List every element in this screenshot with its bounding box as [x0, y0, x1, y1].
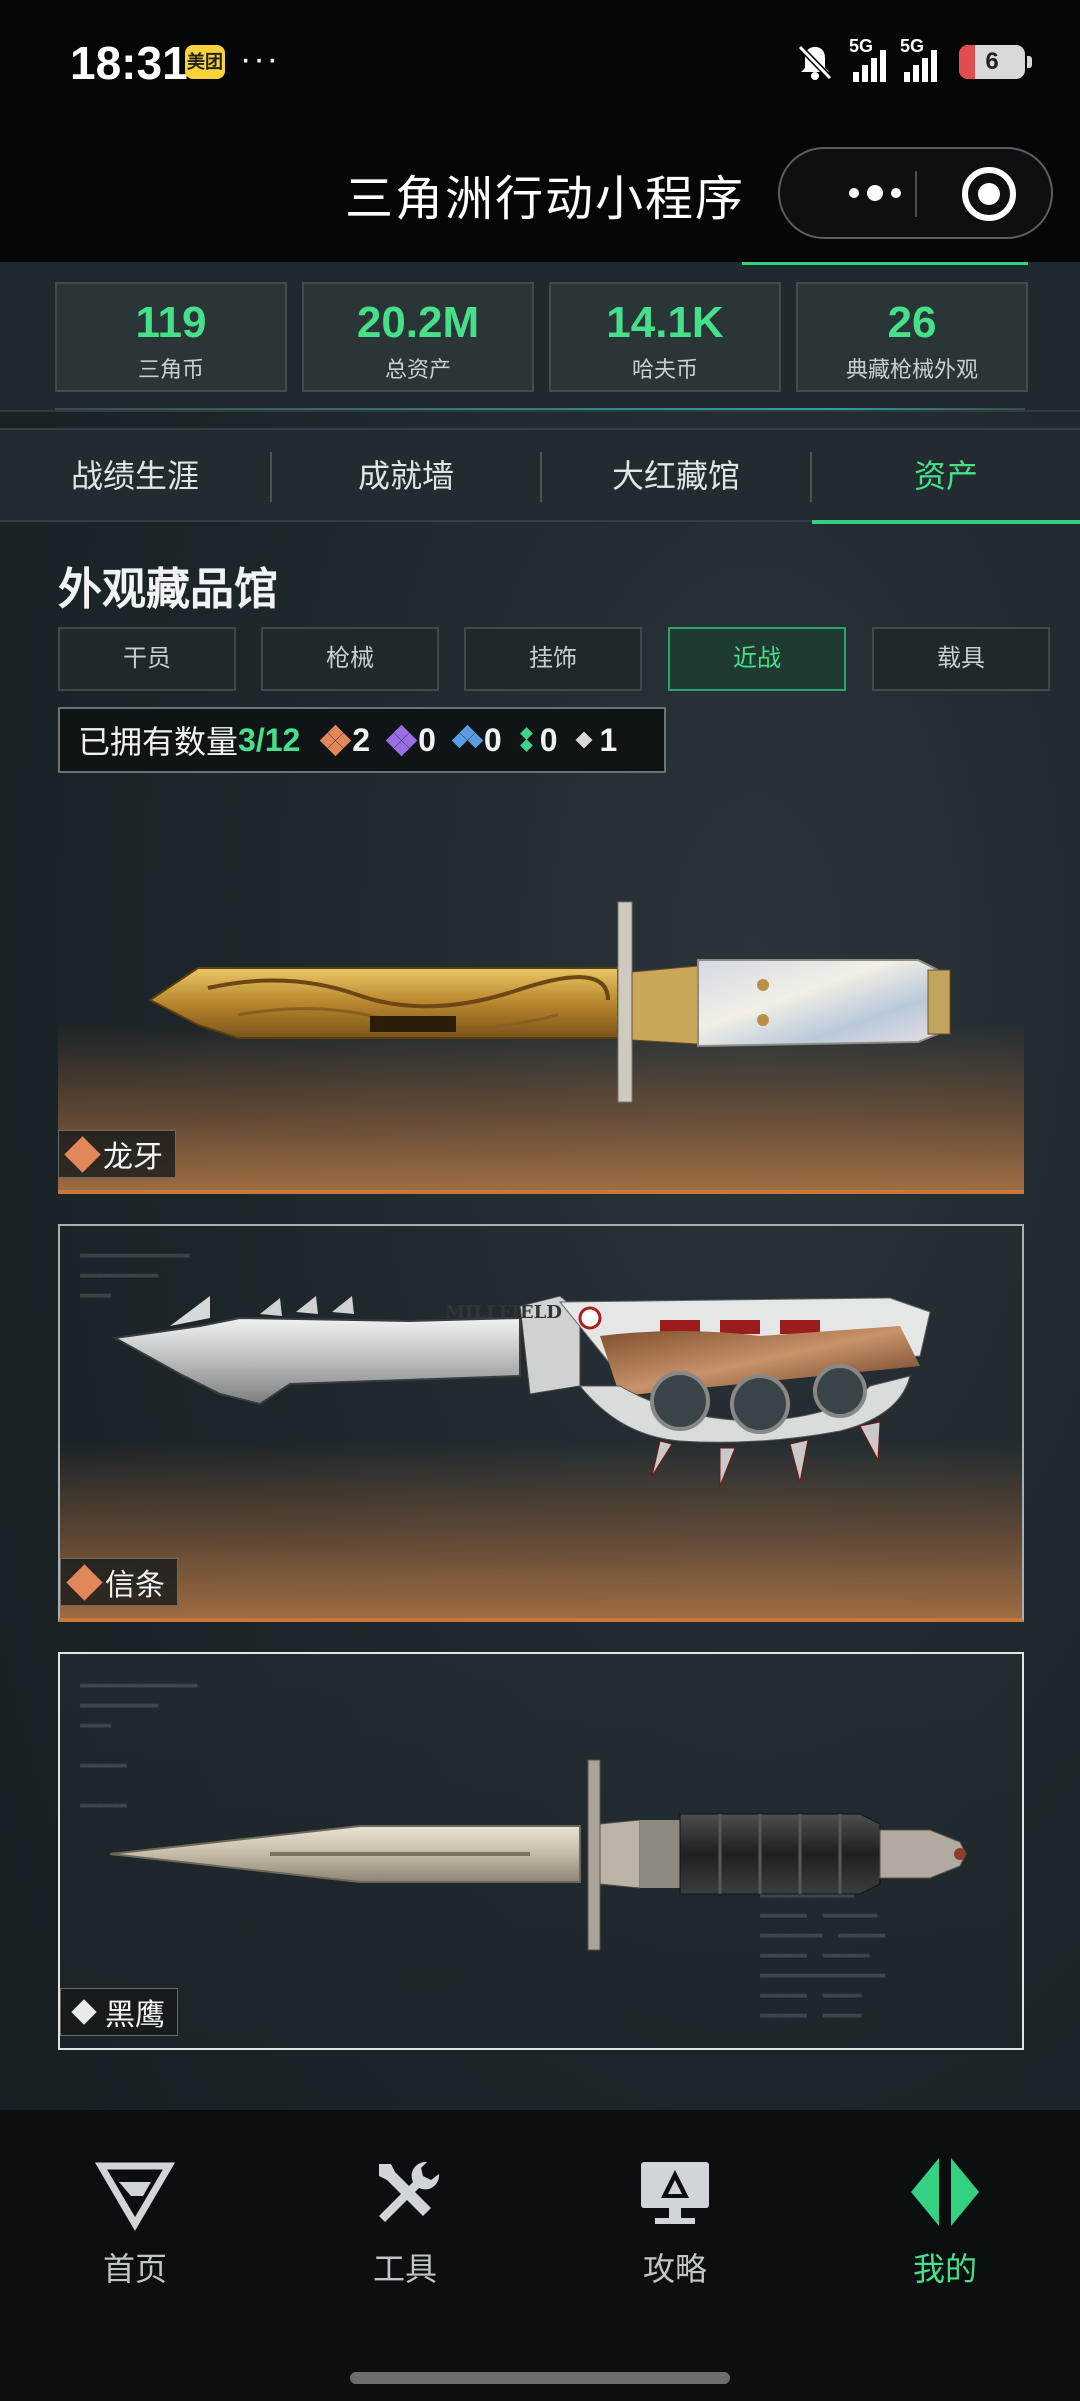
grade-count: 2	[352, 721, 371, 758]
white-grade-icon	[71, 1999, 97, 2025]
mute-bell-icon	[797, 44, 833, 81]
nav-label: 首页	[102, 2251, 167, 2287]
bottom-nav: 首页 工具 攻略 我的	[0, 2110, 1080, 2355]
grade-count: 0	[418, 721, 436, 758]
nav-guide[interactable]: 攻略	[540, 2110, 810, 2310]
stat-havoc-coin: 14.1K 哈夫币	[549, 282, 781, 392]
nav-tools[interactable]: 工具	[270, 2110, 540, 2310]
stat-value: 26	[887, 298, 937, 347]
gallery-title: 外观藏品馆	[58, 565, 278, 614]
profile-icon	[911, 2158, 979, 2226]
owned-summary: 已拥有数量 3/12 2 0 0 0 1	[58, 707, 666, 773]
close-miniprogram-icon[interactable]	[962, 167, 1016, 221]
nav-label: 攻略	[642, 2251, 707, 2287]
tab-achievements[interactable]: 成就墙	[272, 430, 540, 522]
gold-grade-icon	[320, 724, 352, 757]
tab-career[interactable]: 战绩生涯	[0, 430, 270, 522]
tools-icon	[379, 2161, 440, 2222]
nav-label: 我的	[912, 2251, 977, 2287]
tab-assets[interactable]: 资产	[812, 430, 1080, 524]
gold-grade-icon	[64, 1136, 101, 1173]
signal-icon-2: 5G	[900, 36, 937, 82]
skin-card-black-hawk[interactable]: ▬▬▬▬▬▬▬▬▬▬▬▬▬▬▬ ▬▬▬▬▬▬▬▬▬▬ ▬▬▬▬ ▬▬▬▬▬▬ ▬…	[58, 1652, 1024, 2050]
owned-count: 3/12	[238, 721, 301, 758]
tab-red-collection[interactable]: 大红藏馆	[542, 430, 810, 522]
miniprogram-capsule	[778, 147, 1053, 239]
meituan-badge-icon: 美团	[185, 45, 225, 79]
gold-grade-icon	[66, 1564, 103, 1601]
grade-purple: 0	[385, 721, 436, 759]
nav-label: 工具	[372, 2251, 437, 2287]
grade-count: 0	[539, 721, 558, 758]
stat-label: 三角币	[137, 357, 204, 382]
app-screen: 18:31 美团 ··· 5G 5G 6 三角洲行动小程序 119 三角币 20…	[0, 0, 1080, 2401]
grade-count: 1	[599, 721, 618, 758]
network-type-1: 5G	[849, 36, 874, 56]
owned-label: 已拥有数量	[78, 724, 239, 760]
skin-name: 黑鹰	[105, 1999, 165, 2032]
guide-monitor-icon	[641, 2162, 709, 2224]
stat-value: 20.2M	[356, 298, 480, 347]
category-vehicles[interactable]: 载具	[872, 627, 1050, 691]
green-grade-icon	[519, 727, 536, 753]
stat-value: 119	[135, 298, 207, 347]
creed-knife-image: MILLFIELD	[111, 1295, 931, 1487]
delta-logo-icon	[95, 2162, 175, 2231]
main-tabs: 战绩生涯 成就墙 大红藏馆 资产	[0, 428, 1080, 524]
grade-gold: 2	[320, 721, 371, 759]
skin-name: 龙牙	[103, 1141, 163, 1174]
battery-icon: 6	[959, 45, 1032, 79]
status-bar: 18:31 美团 ··· 5G 5G 6	[0, 0, 1080, 125]
status-more-dots: ···	[240, 40, 280, 78]
black-hawk-knife-image	[109, 1759, 967, 1951]
stat-label: 总资产	[384, 357, 451, 382]
nav-home[interactable]: 首页	[0, 2110, 270, 2310]
grade-blue: 0	[451, 721, 502, 759]
stat-label: 哈夫币	[631, 357, 698, 382]
category-operators[interactable]: 干员	[58, 627, 236, 691]
skin-card-creed[interactable]: ▬▬▬▬▬▬▬▬▬▬▬▬▬▬ ▬▬▬▬▬▬▬▬▬▬ ▬▬▬▬ MILLFIELD…	[58, 1224, 1024, 1622]
stat-total-assets: 20.2M 总资产	[302, 282, 534, 392]
stat-collection-skins: 26 典藏枪械外观	[796, 282, 1028, 392]
category-charms[interactable]: 挂饰	[464, 627, 642, 691]
skin-name-label: 龙牙	[58, 1130, 176, 1178]
skin-card-dragon-fang[interactable]: 龙牙	[58, 820, 1024, 1194]
more-icon[interactable]	[820, 149, 930, 237]
grade-white: 1	[575, 722, 617, 759]
network-type-2: 5G	[900, 36, 925, 56]
signal-icon: 5G	[849, 36, 886, 82]
svg-text:MILLFIELD: MILLFIELD	[445, 1302, 562, 1323]
white-grade-icon	[575, 727, 595, 753]
category-melee[interactable]: 近战	[668, 627, 846, 691]
stat-label: 典藏枪械外观	[845, 357, 978, 382]
grade-count: 0	[483, 721, 502, 758]
purple-grade-icon	[385, 724, 418, 757]
grade-green: 0	[519, 721, 558, 759]
title-bar: 三角洲行动小程序	[0, 125, 1080, 262]
capsule-divider	[915, 171, 917, 217]
asset-stats: 119 三角币 20.2M 总资产 14.1K 哈夫币 26 典藏枪械外观	[0, 262, 1080, 412]
nav-profile[interactable]: 我的	[810, 2110, 1080, 2310]
status-indicators: 5G 5G 6	[795, 36, 1032, 86]
home-indicator[interactable]	[350, 2372, 730, 2384]
blue-grade-icon	[451, 724, 484, 753]
battery-level: 6	[985, 48, 999, 75]
status-time: 18:31	[70, 37, 188, 89]
dragon-fang-knife-image	[148, 901, 951, 1103]
skin-name: 信条	[105, 1569, 165, 1602]
stat-value: 14.1K	[606, 298, 724, 347]
stat-delta-coin: 119 三角币	[55, 282, 287, 392]
skin-name-label: 黑鹰	[60, 1988, 178, 2036]
skin-name-label: 信条	[60, 1558, 178, 1606]
category-guns[interactable]: 枪械	[261, 627, 439, 691]
page-title: 三角洲行动小程序	[345, 173, 746, 226]
